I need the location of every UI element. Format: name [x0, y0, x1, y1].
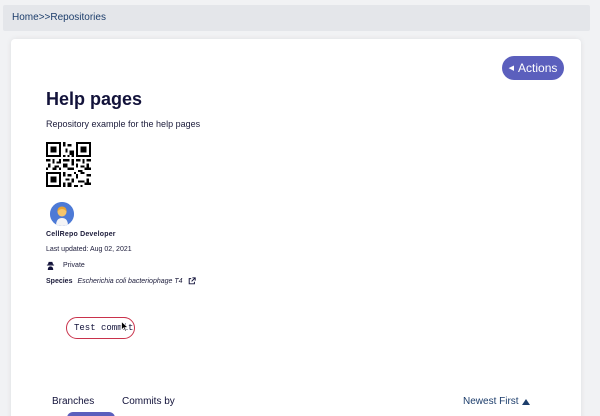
- sort-toggle[interactable]: Newest First: [463, 396, 530, 407]
- breadcrumb: Home>>Repositories: [3, 5, 590, 31]
- avatar[interactable]: [50, 202, 74, 226]
- visibility-row: Private: [46, 261, 85, 270]
- species-value: Escherichia coli bacteriophage T4: [77, 277, 183, 285]
- qr-code: [46, 142, 91, 187]
- actions-button[interactable]: ◀ Actions: [502, 56, 564, 80]
- breadcrumb-separator: >>: [38, 12, 51, 23]
- actions-button-label: Actions: [518, 61, 558, 75]
- breadcrumb-home-link[interactable]: Home: [12, 12, 39, 23]
- spy-icon: [46, 261, 55, 270]
- external-link-icon[interactable]: [188, 277, 196, 285]
- repository-card: ◀ Actions Help pages Repository example …: [11, 39, 581, 416]
- repo-description: Repository example for the help pages: [46, 119, 201, 129]
- breadcrumb-current[interactable]: Repositories: [50, 12, 106, 23]
- sort-label: Newest First: [463, 396, 519, 407]
- species-row: Species Escherichia coli bacteriophage T…: [46, 277, 196, 285]
- visibility-label: Private: [63, 262, 85, 269]
- mouse-cursor-icon: [121, 321, 129, 332]
- tab-commits-by[interactable]: Commits by: [122, 396, 175, 407]
- caret-left-icon: ◀: [508, 65, 515, 72]
- repo-owner: CellRepo Developer: [46, 231, 116, 238]
- caret-up-icon: [521, 398, 530, 405]
- species-label: Species: [46, 277, 73, 285]
- tab-indicator: [67, 412, 115, 416]
- last-updated: Last updated: Aug 02, 2021: [46, 246, 132, 253]
- page-title: Help pages: [46, 89, 143, 109]
- tab-branches[interactable]: Branches: [52, 396, 94, 407]
